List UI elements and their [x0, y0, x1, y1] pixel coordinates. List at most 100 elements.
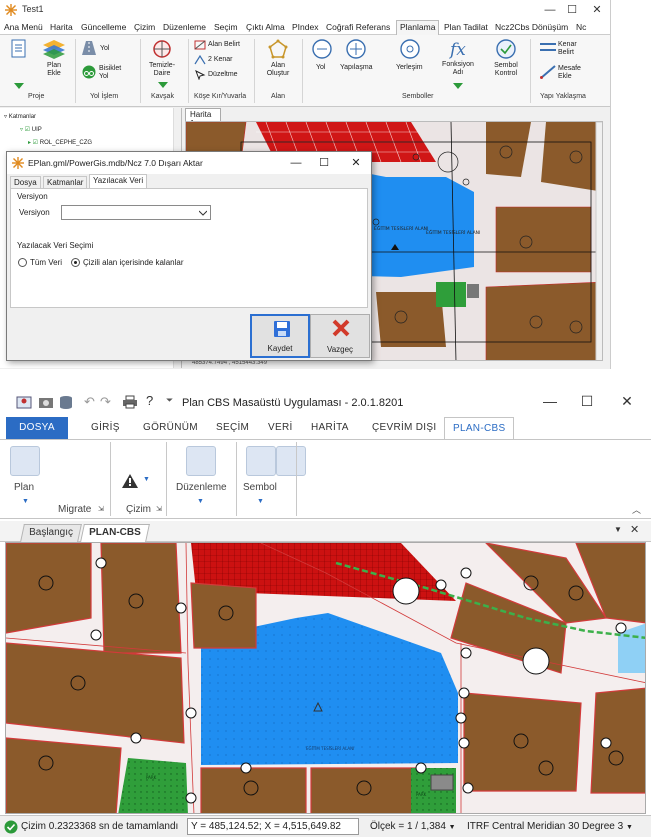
migrate-launcher-icon[interactable]: ⇲ [98, 505, 104, 513]
menu-guncelleme[interactable]: Güncelleme [81, 22, 126, 32]
minimize-button[interactable]: — [535, 393, 565, 409]
tab-harita[interactable]: HARİTA [311, 422, 349, 433]
dialog-close-button[interactable]: ✕ [345, 155, 367, 171]
tab-harita-1[interactable]: Harita 1 [185, 108, 221, 128]
distance-icon[interactable] [540, 65, 556, 79]
cancel-button[interactable]: Vazgeç [310, 314, 370, 358]
dropdown-arrow-icon[interactable] [453, 83, 463, 89]
sembol-yol-button[interactable]: Yol [316, 64, 325, 72]
camera-icon[interactable] [38, 395, 54, 409]
tab-yazilacak-veri[interactable]: Yazılacak Veri [89, 174, 148, 188]
menu-ana-menu[interactable]: Ana Menü [4, 22, 43, 32]
yerlesim-button[interactable]: Yerleşim [396, 64, 423, 72]
tab-gorunum[interactable]: GÖRÜNÜM [143, 422, 198, 433]
tab-katmanlar[interactable]: Katmanlar [43, 176, 88, 188]
symbol-check-icon[interactable] [496, 39, 516, 59]
layer-rol-cephe[interactable]: ▸ ☑ ROL_CEPHE_CZG [28, 139, 92, 146]
maximize-button[interactable]: ☐ [560, 2, 584, 18]
doc-tab-close-icon[interactable]: ✕ [630, 523, 639, 536]
menu-planlama[interactable]: Planlama [396, 20, 440, 35]
plan-button-icon[interactable] [10, 446, 40, 476]
circle-clean-icon[interactable] [152, 39, 172, 59]
menu-harita[interactable]: Harita [50, 22, 73, 32]
collapse-ribbon-icon[interactable]: ︿ [632, 503, 641, 516]
undo-icon[interactable]: ↶ [84, 394, 95, 410]
function-icon[interactable]: fx [446, 39, 470, 59]
alan-belirt-button[interactable]: Alan Belirt [208, 41, 240, 49]
doc-tab-plan-cbs[interactable]: PLAN-CBS [80, 524, 150, 542]
kenar-belirt-button[interactable]: Kenar Belirt [558, 41, 577, 57]
sembol-dropdown-arrow-icon[interactable]: ▼ [257, 498, 264, 505]
menu-cikti-alma[interactable]: Çıktı Alma [246, 22, 285, 32]
duzenleme-button-icon[interactable] [186, 446, 216, 476]
yapilasma-button[interactable]: Yapılaşma [340, 64, 373, 72]
close-button[interactable]: ✕ [612, 393, 642, 409]
menu-cografi-referans[interactable]: Coğrafi Referans [326, 22, 390, 32]
dialog-maximize-button[interactable]: ☐ [313, 155, 335, 171]
tab-secim[interactable]: SEÇİM [216, 422, 249, 433]
map-vertical-scrollbar[interactable] [595, 122, 603, 361]
tab-dosya[interactable]: Dosya [10, 176, 41, 188]
plan-layers-icon[interactable] [42, 39, 66, 59]
temizle-daire-button[interactable]: Temizle- Daire [146, 62, 178, 78]
help-icon[interactable]: ? [146, 393, 153, 408]
yol-button[interactable]: Yol [100, 45, 109, 53]
layer-uip[interactable]: ▿ ☑ UIP [20, 126, 42, 133]
printer-icon[interactable] [122, 395, 138, 409]
tab-plan-cbs[interactable]: PLAN-CBS [444, 417, 515, 439]
cizim-dropdown-arrow-icon[interactable]: ▼ [143, 476, 150, 483]
menu-pindex[interactable]: PIndex [292, 22, 318, 32]
menu-plan-tadilat[interactable]: Plan Tadilat [444, 22, 488, 32]
radio-all-label[interactable]: Tüm Veri [30, 258, 62, 267]
settlement-symbol-icon[interactable] [400, 39, 420, 59]
doc-tab-baslangic[interactable]: Başlangıç [20, 524, 82, 542]
menu-nc[interactable]: Nc [576, 22, 586, 32]
sembol-kontrol-button[interactable]: Sembol Kontrol [490, 62, 522, 78]
fonksiyon-adi-button[interactable]: Fonksiyon Adı [440, 61, 476, 77]
radio-all-data[interactable] [18, 258, 27, 267]
plan-dropdown-arrow-icon[interactable]: ▼ [22, 498, 29, 505]
crs-dropdown[interactable]: ITRF Central Meridian 30 Degree 3 ▼ [467, 821, 633, 832]
mesafe-ekle-button[interactable]: Mesafe Ekle [558, 65, 581, 81]
sembol-button-icon[interactable] [246, 446, 276, 476]
two-edge-icon[interactable] [194, 55, 206, 65]
dropdown-arrow-icon[interactable] [158, 82, 168, 88]
close-button[interactable]: ✕ [585, 2, 609, 18]
document-icon[interactable] [10, 39, 28, 59]
plan-button[interactable]: Plan [14, 482, 34, 493]
sembol-extra-icon[interactable] [276, 446, 306, 476]
save-button[interactable]: Kaydet [250, 314, 310, 358]
cizim-launcher-icon[interactable]: ⇲ [156, 505, 162, 513]
quick-access-menu-icon[interactable]: ⏷ [166, 395, 173, 406]
dropdown-arrow-icon[interactable] [14, 83, 24, 89]
layers-root[interactable]: ▿ Katmanlar [4, 113, 36, 120]
menu-duzenleme[interactable]: Düzenleme [163, 22, 206, 32]
minimize-button[interactable]: — [538, 2, 562, 18]
map-pin-icon[interactable] [16, 395, 32, 409]
version-select[interactable] [61, 205, 211, 220]
edge-mark-icon[interactable] [540, 41, 556, 53]
sembol-button[interactable]: Sembol [243, 482, 277, 493]
cursor-icon[interactable] [194, 70, 206, 80]
tab-giris[interactable]: GİRİŞ [91, 422, 120, 433]
bisiklet-yol-button[interactable]: Bisiklet Yol [99, 65, 121, 81]
scale-dropdown[interactable]: Ölçek = 1 / 1,384 ▼ [370, 821, 456, 832]
menu-ncz2cbs[interactable]: Ncz2Cbs Dönüşüm [495, 22, 568, 32]
tab-cevrim-disi[interactable]: ÇEVRİM DIŞI [372, 422, 436, 433]
polygon-icon[interactable] [268, 39, 288, 59]
tab-veri[interactable]: VERİ [268, 422, 293, 433]
menu-secim[interactable]: Seçim [214, 22, 238, 32]
plan-ekle-button[interactable]: Plan Ekle [40, 62, 68, 78]
iki-kenar-button[interactable]: 2 Kenar [208, 56, 233, 64]
road-icon[interactable] [82, 41, 96, 55]
duzeltme-button[interactable]: Düzeltme [208, 71, 238, 79]
radio-inside-label[interactable]: Çizili alan içerisinde kalanlar [83, 258, 184, 267]
doc-tab-menu-icon[interactable]: ▼ [614, 525, 622, 534]
maximize-button[interactable]: ☐ [572, 393, 602, 409]
duzenleme-dropdown-arrow-icon[interactable]: ▼ [197, 498, 204, 505]
area-mark-icon[interactable] [194, 40, 206, 50]
bottom-map-canvas[interactable]: EĞİTİM TESİSLERİ ALANI PARK PARK [5, 542, 646, 814]
dialog-minimize-button[interactable]: — [285, 155, 307, 171]
warning-draw-icon[interactable] [122, 474, 138, 488]
bicycle-icon[interactable] [82, 65, 96, 79]
